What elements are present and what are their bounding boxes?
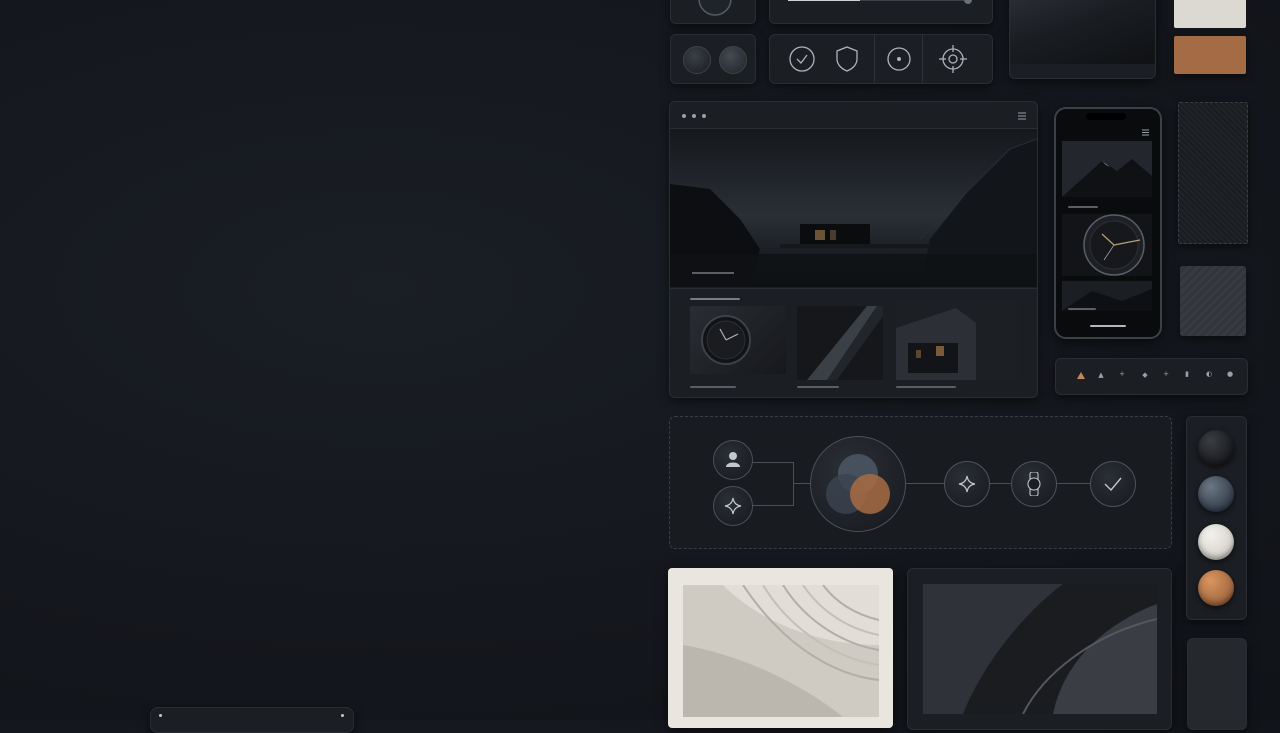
mountain-image xyxy=(1062,141,1152,197)
phone-notch xyxy=(1086,113,1126,120)
sparkle-node[interactable] xyxy=(713,486,753,526)
pill-dot-right xyxy=(341,714,344,717)
hero-divider xyxy=(670,288,1037,289)
venn-node[interactable] xyxy=(810,436,906,532)
connector-line xyxy=(905,483,945,484)
clock-check-icon[interactable] xyxy=(787,44,817,74)
check-icon xyxy=(1104,477,1122,492)
building-night-thumbnail[interactable] xyxy=(896,298,1018,380)
bookmark-icon[interactable]: ▮ xyxy=(1184,370,1190,378)
user-icon xyxy=(726,452,740,467)
swatch-copper[interactable] xyxy=(1198,570,1234,606)
thumbnail-caption xyxy=(896,386,956,388)
dark-wave-artwork xyxy=(923,584,1157,714)
window-dot xyxy=(692,114,696,118)
slider-handle[interactable] xyxy=(964,0,972,4)
hamburger-menu-icon[interactable] xyxy=(1142,129,1149,136)
window-dot xyxy=(682,114,686,118)
hero-caption-bar xyxy=(692,272,734,274)
bottom-right-tile xyxy=(1187,638,1247,730)
workflow-panel xyxy=(669,416,1172,549)
target-icon[interactable] xyxy=(938,44,968,74)
bottom-pill-bar[interactable] xyxy=(150,707,354,733)
material-swatch-panel xyxy=(1186,416,1247,620)
toggle-card[interactable] xyxy=(670,34,756,84)
diamond-icon[interactable]: ◆ xyxy=(1142,371,1148,379)
mountain-photo xyxy=(1010,0,1155,64)
connector-line xyxy=(752,505,794,506)
fabric-swatch xyxy=(1178,102,1248,244)
copper-chip xyxy=(1174,36,1246,74)
connector-line xyxy=(794,483,810,484)
dark-art-card xyxy=(907,568,1172,730)
watch-face-icon xyxy=(701,315,751,365)
texture-tile xyxy=(1180,266,1246,336)
phone-mockup xyxy=(1054,107,1162,339)
window-dot xyxy=(702,114,706,118)
connector-line xyxy=(989,483,1011,484)
ivory-art-card xyxy=(668,568,893,728)
swatch-black[interactable] xyxy=(1198,430,1234,466)
warning-icon[interactable] xyxy=(1077,372,1085,379)
user-node[interactable] xyxy=(713,440,753,480)
ivory-chip xyxy=(1174,0,1246,28)
browser-mockup xyxy=(669,101,1038,398)
thumbnail-caption xyxy=(690,386,736,388)
watch-icon xyxy=(698,0,732,16)
sparkle-icon xyxy=(724,497,742,515)
venn-icon xyxy=(826,454,890,514)
plus-small-icon[interactable]: + xyxy=(1163,370,1169,378)
dark-landscape-architecture-image xyxy=(670,129,1037,287)
thumbnail-caption xyxy=(797,386,839,388)
sparkle-node-2[interactable] xyxy=(944,461,990,507)
shield-icon[interactable] xyxy=(832,44,862,74)
hamburger-menu-icon[interactable] xyxy=(1018,112,1026,120)
sparkle-icon xyxy=(958,475,976,493)
phone-caption xyxy=(1068,206,1098,208)
swatch-ivory[interactable] xyxy=(1198,524,1234,560)
dot-icon[interactable]: ● xyxy=(1227,370,1233,378)
toggle-knob-left[interactable] xyxy=(683,46,711,74)
dot-circle-icon[interactable] xyxy=(884,44,914,74)
connector-line xyxy=(752,462,794,463)
toolbar-divider xyxy=(874,35,875,83)
icon-toolbar[interactable] xyxy=(769,34,993,84)
diagonal-stripe-thumbnail[interactable] xyxy=(797,306,883,380)
section-title-bar xyxy=(690,298,740,300)
top-image-card xyxy=(1009,0,1156,79)
phone-caption xyxy=(1068,308,1096,310)
slider-fill xyxy=(788,0,860,1)
swatch-slate[interactable] xyxy=(1198,476,1234,512)
toggle-knob-right[interactable] xyxy=(719,46,747,74)
connector-line xyxy=(1056,483,1090,484)
moon-icon[interactable]: ◐ xyxy=(1206,370,1212,378)
watch-icon xyxy=(1027,472,1041,496)
mountain-icon[interactable]: ▲ xyxy=(1098,371,1104,379)
watch-card-top xyxy=(670,0,756,24)
check-node[interactable] xyxy=(1090,461,1136,507)
watch-image xyxy=(1062,214,1152,276)
watch-thumbnail[interactable] xyxy=(690,306,786,374)
ivory-wave-artwork xyxy=(683,585,879,717)
plus-icon[interactable]: + xyxy=(1119,370,1125,378)
slider-card[interactable] xyxy=(769,0,993,24)
icon-strip[interactable]: ▲ + ◆ + ▮ ◐ ● xyxy=(1055,358,1248,395)
connector-line xyxy=(793,462,794,506)
home-indicator xyxy=(1090,325,1126,327)
browser-titlebar xyxy=(670,102,1037,129)
watch-node[interactable] xyxy=(1011,461,1057,507)
toolbar-divider xyxy=(922,35,923,83)
landscape-image xyxy=(1062,281,1152,311)
pill-dot-left xyxy=(159,714,162,717)
